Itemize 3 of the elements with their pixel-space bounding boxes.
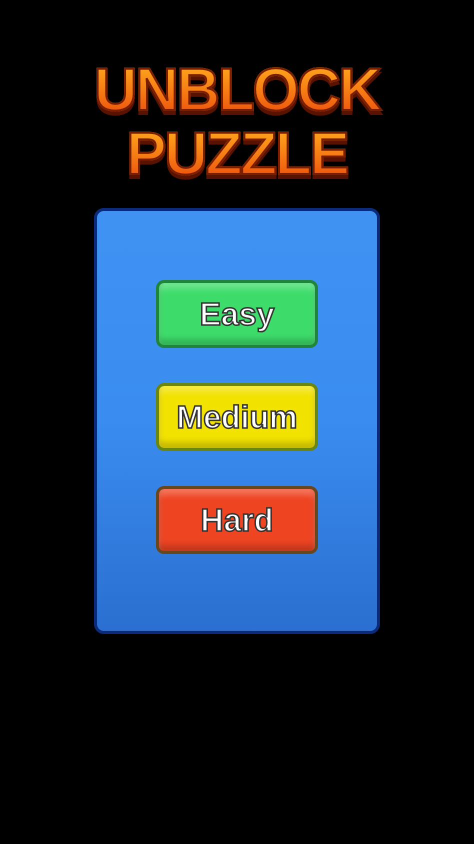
difficulty-button[interactable]: Hard xyxy=(156,486,318,554)
difficulty-button[interactable]: Easy xyxy=(156,280,318,348)
difficulty-button[interactable]: Medium xyxy=(156,383,318,451)
